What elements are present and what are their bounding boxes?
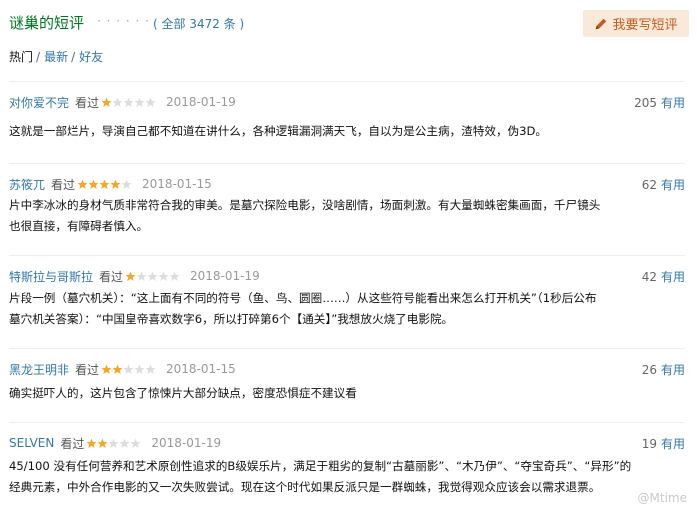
comment-text: 片段一例（墓穴机关）：“这上面有不同的符号（鱼、鸟、圆圈……）从这些符号能看出来… xyxy=(9,288,685,330)
star-empty-icon xyxy=(134,364,145,374)
sort-tabs: 热门 / 最新 / 好友 xyxy=(9,48,103,65)
comment-date: 2018-01-15 xyxy=(142,177,212,191)
comment-meta: 特斯拉与哥斯拉 看过 2018-01-19 xyxy=(9,268,260,284)
sort-latest[interactable]: 最新 xyxy=(44,48,68,65)
star-empty-icon xyxy=(145,364,156,374)
comment-item: 黑龙王明非 看过 2018-01-15 26 有用 确实挺吓人的，这片包含了惊悚片… xyxy=(9,348,685,422)
comment-line: 也很直接，有障碍者慎入。 xyxy=(9,219,149,233)
comment-line: 这就是一部烂片，导演自己都不知道在讲什么，各种逻辑漏洞满天飞，自以为是公主病，渣… xyxy=(9,124,548,138)
comment-line: 确实挺吓人的，这片包含了惊悚片大部分缺点，密度恐惧症不建议看 xyxy=(9,386,357,400)
vote-count: 42 xyxy=(641,270,657,284)
comment-date: 2018-01-15 xyxy=(166,362,236,376)
star-filled-icon xyxy=(112,364,123,374)
watermark: @Mtime xyxy=(637,491,687,505)
star-empty-icon xyxy=(108,438,119,448)
star-empty-icon xyxy=(145,97,156,107)
star-empty-icon xyxy=(123,364,134,374)
comment-author[interactable]: 黑龙王明非 xyxy=(9,361,69,378)
rating-stars xyxy=(125,271,180,282)
comment-item: SELVEN 看过 2018-01-19 19 有用 45/100 没有任何营养和… xyxy=(9,422,685,509)
rating-stars xyxy=(77,179,132,190)
sort-friends[interactable]: 好友 xyxy=(79,48,103,65)
watched-label: 看过 xyxy=(75,95,100,110)
comment-line: 墓穴机关答案）：“中国皇帝喜欢数字6，所以打碎第6个【通关】”我想放火烧了电影院… xyxy=(9,312,454,326)
comment-item: 苏筱兀 看过 2018-01-15 62 有用 片中李冰冰的身材气质非常符合我的审… xyxy=(9,163,685,249)
useful-votes: 42 有用 xyxy=(642,268,685,285)
section-title[interactable]: 谜巢的短评 xyxy=(9,12,84,33)
comment-item: 特斯拉与哥斯拉 看过 2018-01-19 42 有用 片段一例（墓穴机关）：“这… xyxy=(9,255,685,345)
useful-button[interactable]: 有用 xyxy=(661,437,685,451)
star-empty-icon xyxy=(119,438,130,448)
comments-header: 谜巢的短评 · · · · · · ( 全部 3472 条 ) 我要写短评 xyxy=(9,10,689,40)
comment-date: 2018-01-19 xyxy=(190,269,260,283)
sort-separator: / xyxy=(36,50,41,64)
useful-votes: 19 有用 xyxy=(642,435,685,452)
star-filled-icon xyxy=(77,179,88,189)
star-empty-icon xyxy=(147,271,158,281)
comment-author[interactable]: 对你爱不完 xyxy=(9,94,69,111)
comment-date: 2018-01-19 xyxy=(166,95,236,109)
vote-count: 62 xyxy=(641,178,657,192)
star-empty-icon xyxy=(123,97,134,107)
useful-button[interactable]: 有用 xyxy=(661,96,685,110)
comment-line: 片段一例（墓穴机关）：“这上面有不同的符号（鱼、鸟、圆圈……）从这些符号能看出来… xyxy=(9,291,597,305)
star-empty-icon xyxy=(134,97,145,107)
star-filled-icon xyxy=(125,271,136,281)
sort-hot[interactable]: 热门 xyxy=(9,48,33,65)
comment-meta: 苏筱兀 看过 2018-01-15 xyxy=(9,176,212,192)
comment-item: 对你爱不完 看过 2018-01-19 205 有用 这就是一部烂片，导演自己都不… xyxy=(9,81,685,163)
vote-count: 19 xyxy=(641,437,657,451)
watched-label: 看过 xyxy=(60,436,85,451)
write-comment-label: 我要写短评 xyxy=(612,18,678,33)
star-filled-icon xyxy=(99,179,110,189)
comment-author[interactable]: 苏筱兀 xyxy=(9,176,45,193)
star-filled-icon xyxy=(110,179,121,189)
comment-line: 经典元素，中外合作电影的又一次失败尝试。现在这个时代如果反派只是一群蜘蛛，我觉得… xyxy=(9,480,601,494)
star-empty-icon xyxy=(136,271,147,281)
comment-meta: SELVEN 看过 2018-01-19 xyxy=(9,435,221,451)
vote-count: 26 xyxy=(641,363,657,377)
star-filled-icon xyxy=(88,179,99,189)
comment-line: 45/100 没有任何营养和艺术原创性追求的B级娱乐片，满足于粗劣的复制“古墓丽… xyxy=(9,459,632,473)
comment-author[interactable]: SELVEN xyxy=(9,436,54,450)
useful-votes: 62 有用 xyxy=(642,176,685,193)
title-dots: · · · · · · xyxy=(97,14,150,28)
comment-author[interactable]: 特斯拉与哥斯拉 xyxy=(9,268,93,285)
comment-line: 片中李冰冰的身材气质非常符合我的审美。是墓穴探险电影，没啥剧情，场面刺激。有大量… xyxy=(9,198,601,212)
watched-label: 看过 xyxy=(51,177,76,192)
star-filled-icon xyxy=(101,97,112,107)
useful-votes: 205 有用 xyxy=(634,94,685,111)
comment-text: 片中李冰冰的身材气质非常符合我的审美。是墓穴探险电影，没啥剧情，场面刺激。有大量… xyxy=(9,195,685,237)
sort-separator: / xyxy=(71,50,76,64)
star-empty-icon xyxy=(169,271,180,281)
comment-meta: 黑龙王明非 看过 2018-01-15 xyxy=(9,361,236,377)
vote-count: 205 xyxy=(634,96,657,110)
all-comments-link[interactable]: ( 全部 3472 条 ) xyxy=(153,15,244,32)
star-empty-icon xyxy=(158,271,169,281)
rating-stars xyxy=(101,97,156,108)
watched-label: 看过 xyxy=(75,362,100,377)
comment-text: 这就是一部烂片，导演自己都不知道在讲什么，各种逻辑漏洞满天飞，自以为是公主病，渣… xyxy=(9,121,685,142)
write-comment-button[interactable]: 我要写短评 xyxy=(583,10,689,37)
star-empty-icon xyxy=(112,97,123,107)
comment-meta: 对你爱不完 看过 2018-01-19 xyxy=(9,94,236,110)
pencil-icon xyxy=(596,18,607,29)
useful-button[interactable]: 有用 xyxy=(661,178,685,192)
useful-button[interactable]: 有用 xyxy=(661,363,685,377)
useful-button[interactable]: 有用 xyxy=(661,270,685,284)
star-filled-icon xyxy=(101,364,112,374)
star-empty-icon xyxy=(121,179,132,189)
watched-label: 看过 xyxy=(99,269,124,284)
star-empty-icon xyxy=(130,438,141,448)
rating-stars xyxy=(101,364,156,375)
comment-text: 确实挺吓人的，这片包含了惊悚片大部分缺点，密度恐惧症不建议看 xyxy=(9,383,685,404)
comment-date: 2018-01-19 xyxy=(151,436,222,450)
star-filled-icon xyxy=(97,438,108,448)
useful-votes: 26 有用 xyxy=(642,361,685,378)
rating-stars xyxy=(86,438,141,449)
star-filled-icon xyxy=(86,438,97,448)
comment-text: 45/100 没有任何营养和艺术原创性追求的B级娱乐片，满足于粗劣的复制“古墓丽… xyxy=(9,456,685,498)
